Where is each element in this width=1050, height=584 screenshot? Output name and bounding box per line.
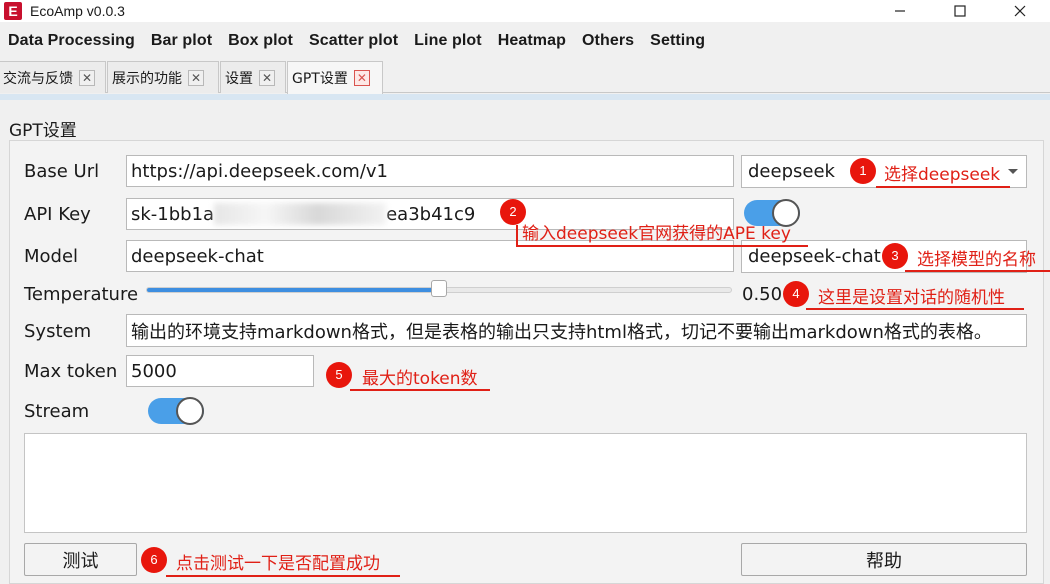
tab-close-icon[interactable]: ✕ xyxy=(79,69,95,86)
system-label: System xyxy=(24,321,92,342)
tab-label: 展示的功能 xyxy=(112,70,182,87)
slider-fill xyxy=(147,288,440,292)
toggle-knob xyxy=(176,397,204,425)
annotation-connector-2 xyxy=(516,225,518,247)
base-url-label: Base Url xyxy=(24,161,100,182)
api-key-prefix: sk-1bb1a xyxy=(131,203,215,225)
model-value: deepseek-chat xyxy=(131,245,264,267)
maximize-icon xyxy=(954,5,966,17)
menu-setting[interactable]: Setting xyxy=(642,32,713,50)
menu-line-plot[interactable]: Line plot xyxy=(406,32,490,50)
menu-bar-plot[interactable]: Bar plot xyxy=(143,32,220,50)
annotation-text-6: 点击测试一下是否配置成功 xyxy=(176,554,380,574)
minimize-button[interactable] xyxy=(870,0,930,22)
tab-bar: 交流与反馈 ✕ 展示的功能 ✕ 设置 ✕ GPT设置 ✕ xyxy=(0,60,1050,94)
base-url-input[interactable]: https://api.deepseek.com/v1 xyxy=(126,155,734,187)
slider-handle[interactable] xyxy=(431,280,447,297)
annotation-badge-4: 4 xyxy=(783,281,809,307)
tab-close-icon[interactable]: ✕ xyxy=(259,69,275,86)
window-title: EcoAmp v0.0.3 xyxy=(30,3,125,19)
temperature-label: Temperature xyxy=(24,284,139,305)
annotation-badge-6: 6 xyxy=(141,547,167,573)
system-input[interactable]: 输出的环境支持markdown格式，但是表格的输出只支持html格式，切记不要输… xyxy=(126,314,1027,347)
title-bar: E EcoAmp v0.0.3 xyxy=(0,0,1050,22)
help-button[interactable]: 帮助 xyxy=(741,543,1027,576)
tab-gpt-settings[interactable]: GPT设置 ✕ xyxy=(287,61,383,94)
api-key-label: API Key xyxy=(24,204,91,225)
menu-heatmap[interactable]: Heatmap xyxy=(490,32,574,50)
annotation-text-4: 这里是设置对话的随机性 xyxy=(818,288,1005,308)
tab-settings[interactable]: 设置 ✕ xyxy=(220,61,286,93)
api-key-redacted xyxy=(214,203,387,225)
minimize-icon xyxy=(895,10,905,12)
maximize-button[interactable] xyxy=(930,0,990,22)
app-icon: E xyxy=(4,2,22,20)
annotation-text-3: 选择模型的名称 xyxy=(917,250,1036,270)
tab-content-border xyxy=(0,94,1050,100)
menu-others[interactable]: Others xyxy=(574,32,642,50)
tab-close-icon[interactable]: ✕ xyxy=(188,69,204,86)
provider-value: deepseek xyxy=(748,161,835,182)
annotation-text-5: 最大的token数 xyxy=(362,369,478,389)
annotation-text-2: 输入deepseek官网获得的APE key xyxy=(522,224,791,244)
output-textarea[interactable] xyxy=(24,433,1027,533)
annotation-underline-5 xyxy=(350,389,490,391)
stream-label: Stream xyxy=(24,401,90,422)
chevron-down-icon xyxy=(1008,169,1018,174)
base-url-value: https://api.deepseek.com/v1 xyxy=(131,160,388,182)
stream-toggle[interactable] xyxy=(148,397,204,425)
model-label: Model xyxy=(24,246,79,267)
temperature-value: 0.50 xyxy=(742,284,783,305)
annotation-text-1: 选择deepseek xyxy=(884,165,1001,185)
max-token-value: 5000 xyxy=(131,360,177,382)
close-button[interactable] xyxy=(990,0,1050,22)
menu-scatter-plot[interactable]: Scatter plot xyxy=(301,32,406,50)
annotation-badge-5: 5 xyxy=(326,362,352,388)
menu-bar: Data Processing Bar plot Box plot Scatte… xyxy=(0,28,1050,54)
tab-close-icon[interactable]: ✕ xyxy=(353,70,370,86)
annotation-underline-2 xyxy=(516,245,808,247)
system-value: 输出的环境支持markdown格式，但是表格的输出只支持html格式，切记不要输… xyxy=(131,321,992,343)
annotation-badge-3: 3 xyxy=(882,243,908,269)
test-button[interactable]: 测试 xyxy=(24,543,137,576)
tab-feedback[interactable]: 交流与反馈 ✕ xyxy=(0,61,106,93)
tab-label: 设置 xyxy=(225,70,253,87)
annotation-underline-3 xyxy=(905,270,1050,272)
annotation-underline-4 xyxy=(806,308,1024,310)
api-key-suffix: ea3b41c9 xyxy=(386,203,476,225)
model-option: deepseek-chat xyxy=(748,246,881,267)
max-token-input[interactable]: 5000 xyxy=(126,355,314,387)
window-controls xyxy=(870,0,1050,22)
tab-label: GPT设置 xyxy=(292,71,348,87)
annotation-underline-1 xyxy=(876,186,1010,188)
max-token-label: Max token xyxy=(24,361,118,382)
annotation-badge-1: 1 xyxy=(850,158,876,184)
menu-box-plot[interactable]: Box plot xyxy=(220,32,301,50)
menu-data-processing[interactable]: Data Processing xyxy=(0,32,143,50)
close-icon xyxy=(1014,5,1026,17)
annotation-underline-6 xyxy=(166,575,400,577)
tab-features[interactable]: 展示的功能 ✕ xyxy=(107,61,219,93)
group-title: GPT设置 xyxy=(9,121,77,141)
tab-label: 交流与反馈 xyxy=(3,70,73,87)
